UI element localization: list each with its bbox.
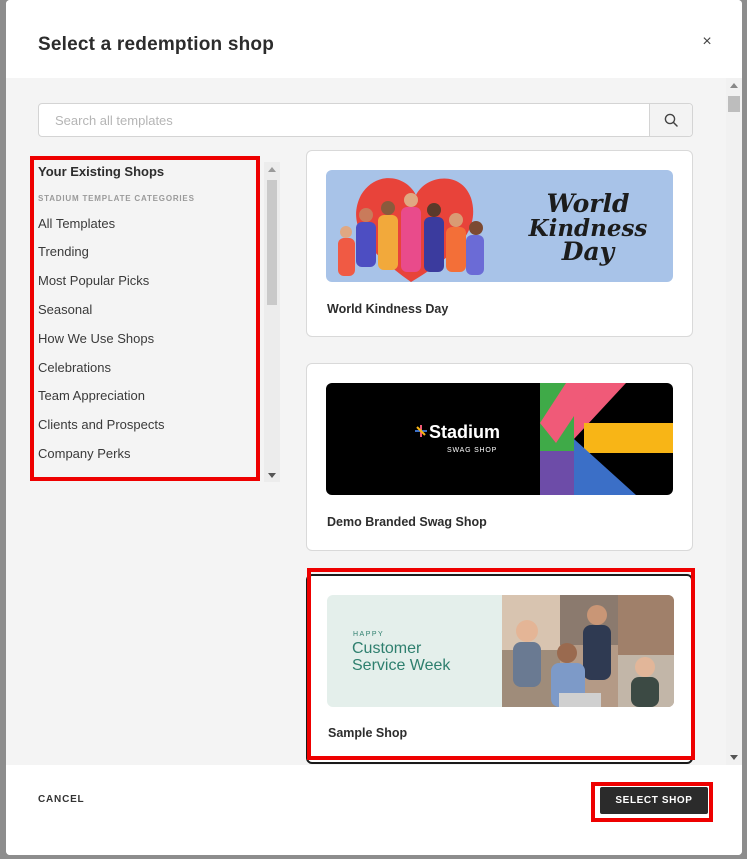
card-label-demo-branded-swag-shop: Demo Branded Swag Shop <box>327 515 487 529</box>
stadium-wordmark: Stadium <box>429 422 500 442</box>
csw-line-1: Customer <box>352 640 422 657</box>
modal-body: Your Existing Shops STADIUM TEMPLATE CAT… <box>6 78 726 765</box>
category-item-how-we-use-shops[interactable]: How We Use Shops <box>38 331 154 346</box>
modal-header: Select a redemption shop × <box>6 0 742 78</box>
scroll-up-arrow-icon[interactable] <box>268 167 276 172</box>
main-scrollbar[interactable] <box>726 78 742 765</box>
template-card-demo-branded-swag-shop[interactable]: Stadium SWAG SHOP Demo Branded Swag Shop <box>306 363 693 551</box>
customer-service-banner: HAPPY Customer Service Week <box>327 595 674 707</box>
category-sidebar: Your Existing Shops STADIUM TEMPLATE CAT… <box>38 162 253 462</box>
stadium-banner: Stadium SWAG SHOP <box>326 383 673 495</box>
categories-header: STADIUM TEMPLATE CATEGORIES <box>38 194 195 203</box>
search-button[interactable] <box>649 104 692 136</box>
category-item-trending[interactable]: Trending <box>38 244 89 259</box>
happy-label: HAPPY <box>353 631 384 638</box>
swag-shop-subtitle: SWAG SHOP <box>447 447 497 454</box>
csw-line-2: Service Week <box>352 657 451 674</box>
category-item-clients-and-prospects[interactable]: Clients and Prospects <box>38 417 164 432</box>
scrollbar-thumb[interactable] <box>267 180 277 305</box>
kindness-word-1: World <box>547 189 630 218</box>
search-input[interactable] <box>39 104 649 136</box>
modal-title: Select a redemption shop <box>38 34 275 55</box>
category-item-all-templates[interactable]: All Templates <box>38 216 115 231</box>
existing-shops-link[interactable]: Your Existing Shops <box>38 164 164 179</box>
kindness-illustration: World Kindness Day <box>326 170 673 282</box>
cancel-button[interactable]: CANCEL <box>38 794 84 805</box>
sidebar-scrollbar[interactable] <box>264 162 280 482</box>
close-icon[interactable]: × <box>698 33 716 51</box>
template-card-sample-shop[interactable]: HAPPY Customer Service Week Sample Shop <box>306 574 693 764</box>
category-item-company-perks[interactable]: Company Perks <box>38 446 130 461</box>
search-bar <box>38 103 693 137</box>
card-image-sample-shop: HAPPY Customer Service Week <box>327 595 674 707</box>
scroll-down-arrow-icon[interactable] <box>268 473 276 478</box>
search-icon <box>664 113 678 127</box>
category-item-seasonal[interactable]: Seasonal <box>38 302 92 317</box>
scroll-down-arrow-icon[interactable] <box>730 755 738 760</box>
scroll-up-arrow-icon[interactable] <box>730 83 738 88</box>
kindness-word-3: Day <box>561 237 616 266</box>
card-label-world-kindness-day: World Kindness Day <box>327 302 449 316</box>
card-label-sample-shop: Sample Shop <box>328 726 408 740</box>
select-shop-button[interactable]: SELECT SHOP <box>600 787 708 814</box>
card-image-world-kindness-day: World Kindness Day <box>326 170 673 282</box>
main-scrollbar-thumb[interactable] <box>728 96 740 112</box>
redemption-shop-modal: Select a redemption shop × Your Existing… <box>6 0 742 855</box>
category-item-celebrations[interactable]: Celebrations <box>38 360 111 375</box>
card-image-swag-shop: Stadium SWAG SHOP <box>326 383 673 495</box>
template-card-world-kindness-day[interactable]: World Kindness Day World Kindness Day <box>306 150 693 337</box>
category-item-team-appreciation[interactable]: Team Appreciation <box>38 388 145 403</box>
modal-footer: CANCEL SELECT SHOP <box>6 765 742 855</box>
category-item-most-popular-picks[interactable]: Most Popular Picks <box>38 273 149 288</box>
